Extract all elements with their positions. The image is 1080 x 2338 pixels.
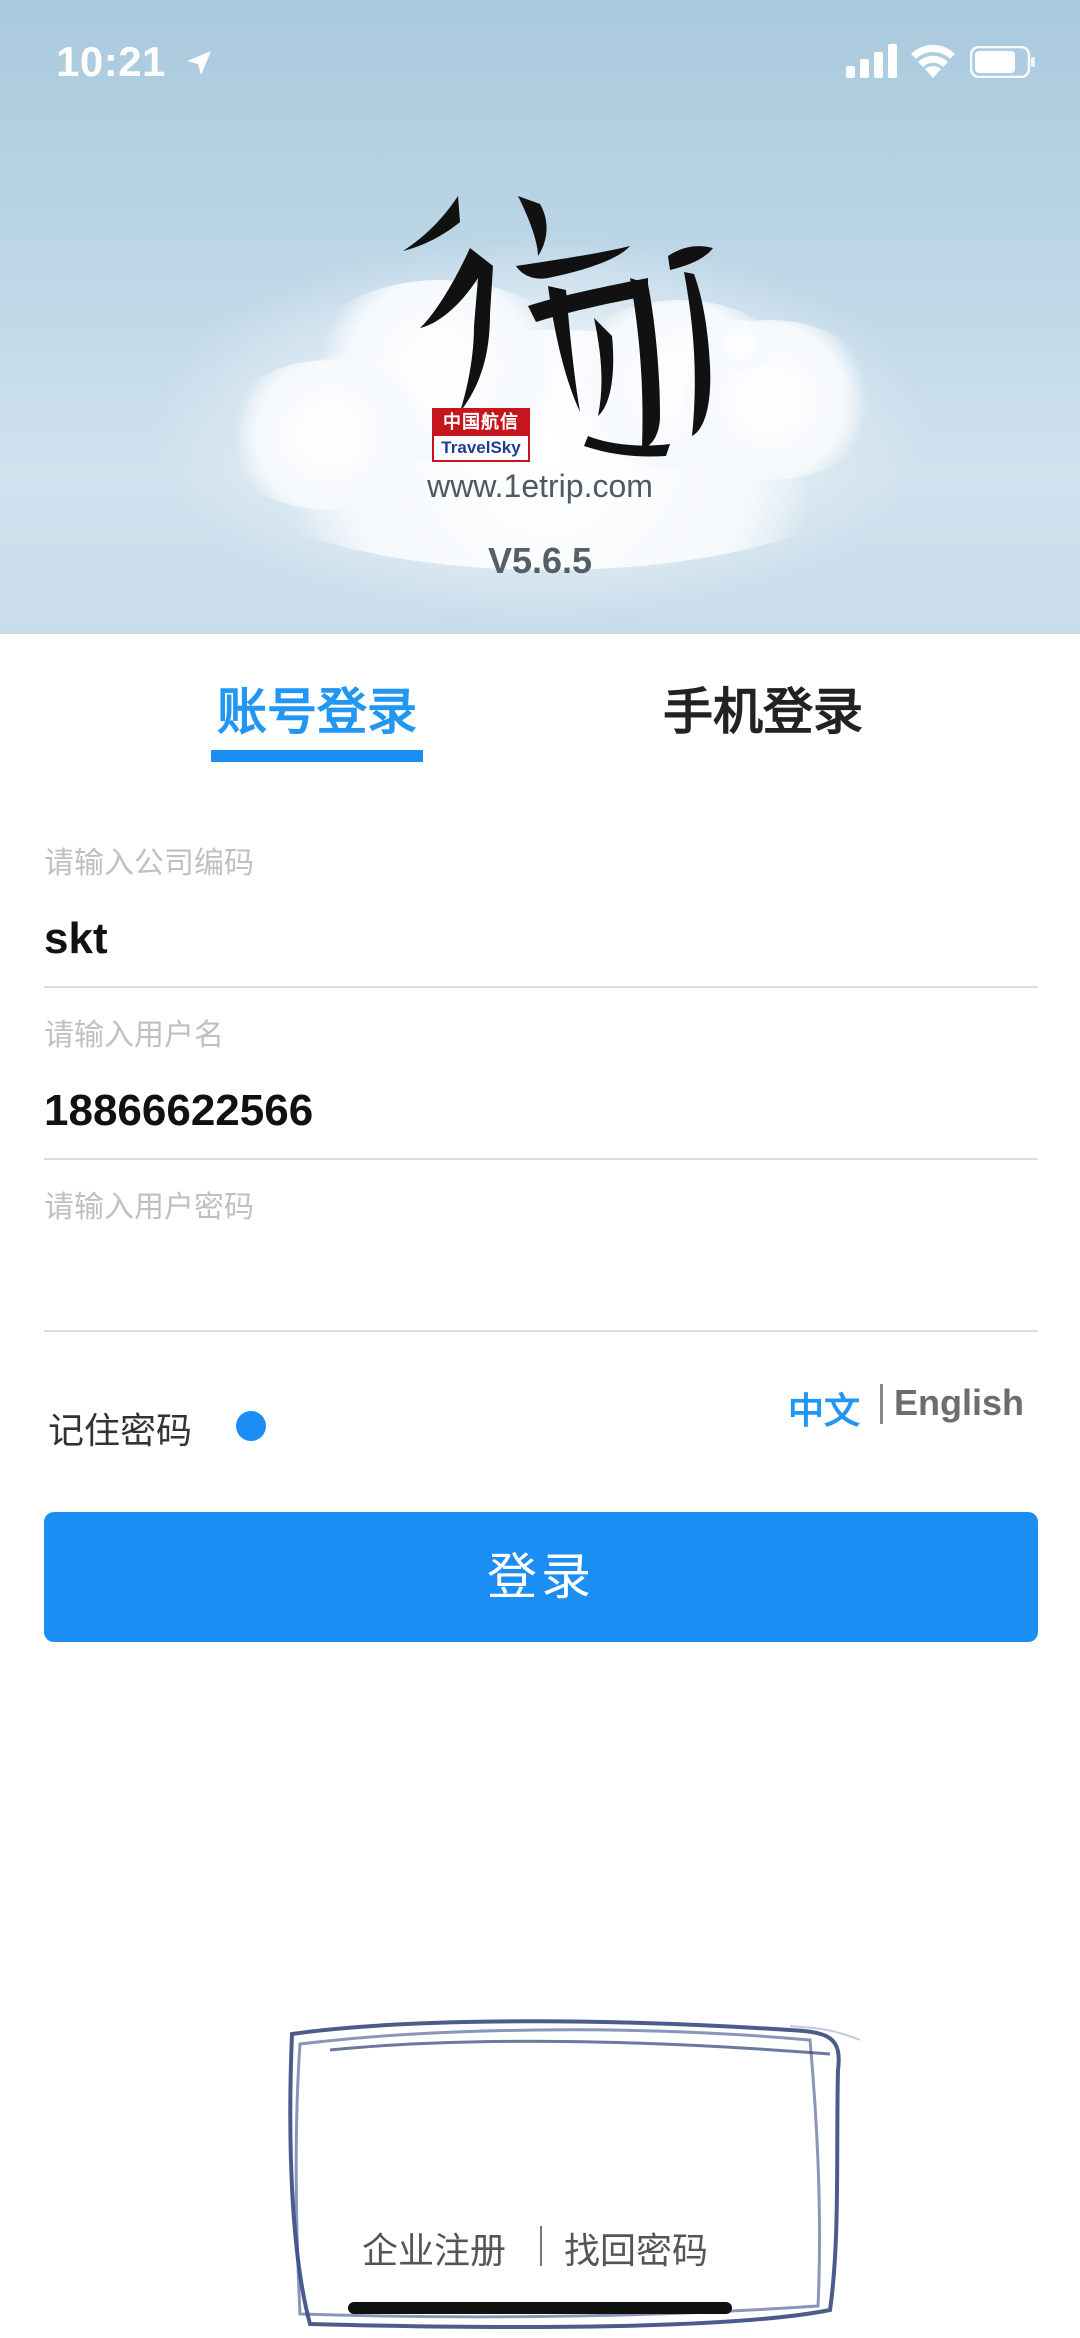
badge-top-text: 中国航信 bbox=[434, 410, 528, 436]
status-time: 10:21 bbox=[56, 38, 166, 85]
footer-separator bbox=[540, 2226, 542, 2266]
company-code-label: 请输入公司编码 bbox=[44, 846, 254, 881]
recover-password-link[interactable]: 找回密码 bbox=[564, 2222, 708, 2274]
company-code-input[interactable] bbox=[44, 904, 1036, 974]
remember-password-toggle[interactable] bbox=[236, 1411, 266, 1441]
hand-drawn-annotation bbox=[288, 2019, 861, 2330]
location-arrow-icon bbox=[187, 51, 211, 75]
enterprise-register-link[interactable]: 企业注册 bbox=[362, 2222, 506, 2274]
travelsky-badge: 中国航信 TravelSky bbox=[432, 408, 530, 462]
tab-phone-login[interactable]: 手机登录 bbox=[656, 672, 870, 744]
password-label: 请输入用户密码 bbox=[44, 1190, 254, 1225]
header-banner: 10:21 中国航信 TravelSky www.1etrip.com V5.6… bbox=[0, 0, 1080, 634]
language-separator bbox=[880, 1384, 883, 1424]
tab-account-login[interactable]: 账号登录 bbox=[210, 672, 424, 744]
active-tab-indicator bbox=[211, 750, 423, 762]
username-input[interactable] bbox=[44, 1076, 1036, 1146]
language-chinese[interactable]: 中文 bbox=[788, 1382, 860, 1434]
cellular-signal-icon bbox=[846, 44, 897, 78]
password-divider bbox=[44, 1330, 1038, 1332]
badge-bottom-text: TravelSky bbox=[441, 438, 521, 457]
username-divider bbox=[44, 1158, 1038, 1160]
home-indicator[interactable] bbox=[348, 2302, 732, 2314]
company-code-divider bbox=[44, 986, 1038, 988]
site-url: www.1etrip.com bbox=[427, 468, 653, 504]
password-input[interactable] bbox=[44, 1248, 1036, 1318]
remember-password-label: 记住密码 bbox=[48, 1411, 193, 1452]
language-english[interactable]: English bbox=[894, 1382, 1024, 1424]
username-label: 请输入用户名 bbox=[44, 1018, 224, 1053]
login-button[interactable]: 登录 bbox=[44, 1512, 1038, 1642]
app-version: V5.6.5 bbox=[487, 540, 593, 581]
battery-icon bbox=[970, 46, 1035, 78]
wifi-icon bbox=[911, 44, 955, 78]
